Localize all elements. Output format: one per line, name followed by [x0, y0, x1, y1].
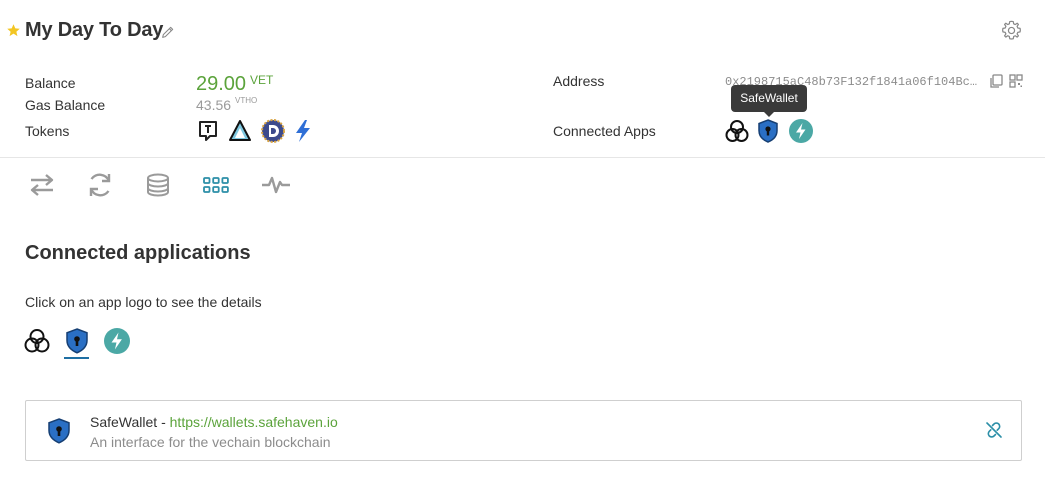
address-label: Address [553, 73, 605, 89]
favorite-star-icon[interactable] [6, 23, 21, 38]
safewallet-app-logo-button[interactable] [63, 327, 91, 355]
token-d-icon[interactable] [260, 119, 286, 143]
app-tooltip: SafeWallet [731, 85, 807, 112]
bolt-app-logo-button[interactable] [103, 327, 131, 355]
disconnect-link-icon[interactable] [985, 421, 1003, 439]
wallet-name: My Day To Day [25, 19, 164, 41]
safewallet-logo-icon [48, 418, 70, 444]
coins-icon[interactable] [143, 170, 173, 200]
balance-unit: VET [250, 73, 274, 87]
app-detail-url[interactable]: https://wallets.safehaven.io [170, 414, 338, 430]
gas-balance-unit: VTHO [235, 96, 258, 105]
activity-icon[interactable] [261, 170, 291, 200]
connected-apps-title: Connected applications [25, 242, 251, 264]
connected-apps-label: Connected Apps [553, 123, 656, 139]
edit-pencil-icon[interactable] [160, 24, 176, 40]
apps-grid-icon[interactable] [201, 170, 231, 200]
wallet-header: My Day To Day Balance 29.00 VET Gas Bala… [0, 0, 1045, 158]
copy-icon[interactable] [989, 74, 1003, 88]
app-detail-description: An interface for the vechain blockchain [90, 434, 331, 450]
connected-apps-hint: Click on an app logo to see the details [25, 294, 262, 310]
trinity-app-logo-button[interactable] [23, 327, 51, 355]
qr-code-icon[interactable] [1009, 74, 1023, 88]
selected-app-underline [64, 357, 89, 359]
refresh-icon[interactable] [85, 170, 115, 200]
balance-label: Balance [25, 75, 76, 91]
tooltip-arrow [763, 111, 775, 117]
app-detail-separator: - [157, 414, 170, 430]
gas-balance-label: Gas Balance [25, 97, 106, 113]
settings-gear-icon[interactable] [1001, 20, 1022, 41]
safewallet-app-icon[interactable] [755, 118, 781, 144]
app-detail-title: SafeWallet - https://wallets.safehaven.i… [90, 414, 338, 430]
trinity-app-icon[interactable] [724, 118, 750, 144]
gas-balance-value: 43.56 [196, 97, 232, 113]
token-t-icon[interactable] [197, 119, 219, 143]
transfer-icon[interactable] [27, 170, 57, 200]
app-detail-name: SafeWallet [90, 414, 158, 430]
app-detail-card: SafeWallet - https://wallets.safehaven.i… [25, 400, 1022, 461]
bolt-app-icon[interactable] [788, 118, 814, 144]
token-triangle-icon[interactable] [229, 119, 251, 143]
token-bolt-icon[interactable] [292, 119, 314, 143]
balance-value: 29.00 [196, 73, 247, 95]
tokens-label: Tokens [25, 123, 70, 139]
